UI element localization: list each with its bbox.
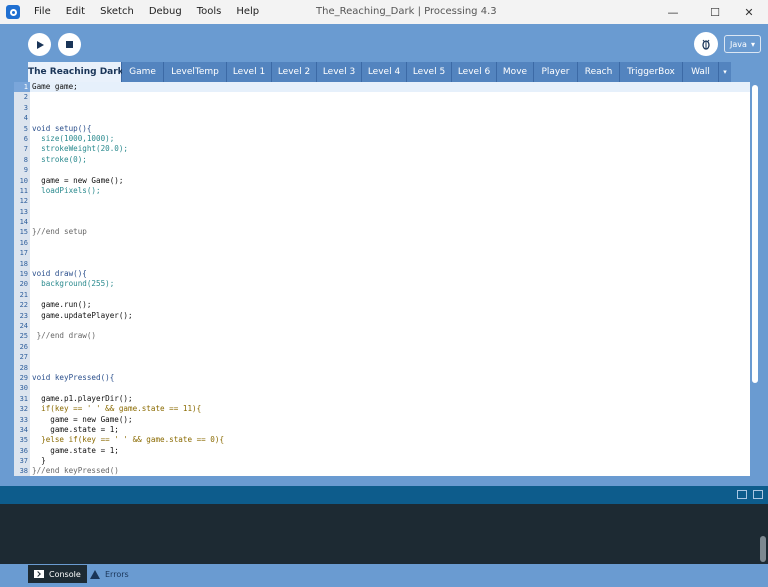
code-line: 36 game.state = 1; [19, 445, 119, 455]
code-text: Game game; [32, 82, 78, 91]
code-line: 5 void setup(){ [23, 123, 92, 133]
code-line: 20 background(255); [19, 279, 115, 289]
code-line: 13 [19, 207, 28, 216]
code-line: 6 size(1000,1000); [23, 133, 115, 143]
tab-player[interactable]: Player [534, 62, 578, 82]
terminal-icon [34, 570, 44, 578]
stop-button[interactable] [58, 33, 81, 56]
message-bar [0, 486, 768, 504]
code-line: 7 strokeWeight(20.0); [23, 144, 129, 154]
minimize-button[interactable]: — [650, 0, 696, 24]
menu-edit[interactable]: Edit [60, 0, 94, 24]
code-line: 30 [19, 384, 28, 393]
console-tab-label: Console [49, 569, 81, 579]
sketch-tabs: The Reaching Dark Game LevelTemp Level 1… [28, 62, 731, 82]
mode-selector[interactable]: Java ▾ [724, 35, 761, 53]
code-line: 4 [23, 114, 28, 123]
tab-move[interactable]: Move [497, 62, 534, 82]
tab-the-reaching-dark[interactable]: The Reaching Dark [28, 62, 124, 82]
processing-logo-icon [6, 5, 20, 19]
code-line: 35 }else if(key == ' ' && game.state == … [19, 435, 225, 445]
title-bar: File Edit Sketch Debug Tools Help The_Re… [0, 0, 768, 24]
tab-game[interactable]: Game [122, 62, 164, 82]
tab-level-6[interactable]: Level 6 [452, 62, 497, 82]
debugger-button[interactable] [694, 32, 718, 56]
code-area[interactable]: 1 Game game; 2 3 4 5 void setup(){ 6 size(… [14, 82, 750, 476]
console-scrollbar-thumb[interactable] [760, 536, 766, 562]
errors-tab-label: Errors [105, 569, 129, 579]
mode-label: Java [730, 39, 747, 49]
warning-icon [90, 569, 100, 579]
console-tab[interactable]: Console [28, 565, 87, 583]
code-line: 16 [19, 238, 28, 247]
run-button[interactable] [28, 33, 51, 56]
tab-level-5[interactable]: Level 5 [407, 62, 452, 82]
code-line: 24 [19, 321, 28, 330]
code-line: 38}//end keyPressed() [19, 466, 119, 476]
code-line: 1 Game game; [14, 82, 750, 93]
code-line: 17 [19, 249, 28, 258]
code-line: 31 game.p1.playerDir(); [19, 393, 133, 403]
window-title: The_Reaching_Dark | Processing 4.3 [316, 6, 497, 17]
tab-overflow-menu-button[interactable]: ▾ [719, 62, 731, 82]
console-output[interactable] [0, 504, 768, 564]
code-line: 21 [19, 290, 28, 299]
tab-leveltemp[interactable]: LevelTemp [164, 62, 227, 82]
debugger-icon [702, 39, 710, 50]
code-line: 9 [23, 166, 28, 175]
code-line: 10 game = new Game(); [19, 175, 124, 185]
menu-debug[interactable]: Debug [143, 0, 191, 24]
tab-reach[interactable]: Reach [578, 62, 620, 82]
chevron-down-icon: ▾ [750, 39, 755, 49]
tab-level-2[interactable]: Level 2 [272, 62, 317, 82]
code-line: 22 game.run(); [19, 300, 92, 310]
code-line: 33 game = new Game(); [19, 414, 133, 424]
code-line: 32 if(key == ' ' && game.state == 11){ [19, 404, 202, 414]
code-line: 29 void keyPressed(){ [19, 372, 115, 382]
code-line: 11 loadPixels(); [19, 185, 101, 195]
errors-tab[interactable]: Errors [84, 565, 135, 583]
code-line: 2 [23, 93, 28, 102]
tab-level-1[interactable]: Level 1 [227, 62, 272, 82]
menu-sketch[interactable]: Sketch [94, 0, 143, 24]
code-line: 28 [19, 363, 28, 372]
code-line: 27 [19, 353, 28, 362]
menu-file[interactable]: File [28, 0, 60, 24]
tab-triggerbox[interactable]: TriggerBox [620, 62, 683, 82]
tab-wall[interactable]: Wall [683, 62, 719, 82]
toolbar: Java ▾ [0, 24, 768, 62]
editor-scrollbar-thumb[interactable] [752, 85, 758, 383]
code-line: 19 void draw(){ [19, 269, 87, 279]
menu-help[interactable]: Help [230, 0, 268, 24]
menu-bar: File Edit Sketch Debug Tools Help [28, 0, 268, 24]
code-line: 25 }//end draw() [19, 331, 97, 341]
code-line: 26 [19, 342, 28, 351]
code-editor[interactable]: 1 Game game; 2 3 4 5 void setup(){ 6 size(… [14, 82, 750, 476]
code-line: 15}//end setup [19, 227, 87, 237]
stop-icon [66, 41, 73, 48]
code-line: 14 [19, 218, 28, 227]
code-line: 8 stroke(0); [23, 154, 87, 164]
code-line: 34 game.state = 1; [19, 424, 119, 434]
clear-console-icon[interactable] [753, 490, 763, 499]
code-line: 3 [23, 103, 28, 112]
code-line: 18 [19, 259, 28, 268]
copy-icon[interactable] [737, 490, 747, 499]
tab-level-3[interactable]: Level 3 [317, 62, 362, 82]
menu-tools[interactable]: Tools [191, 0, 231, 24]
code-line: 23 game.updatePlayer(); [19, 310, 133, 320]
play-icon [36, 40, 44, 49]
tab-level-4[interactable]: Level 4 [362, 62, 407, 82]
code-line: 37 } [19, 456, 46, 466]
code-line: 12 [19, 197, 28, 206]
close-button[interactable]: ✕ [726, 0, 768, 24]
